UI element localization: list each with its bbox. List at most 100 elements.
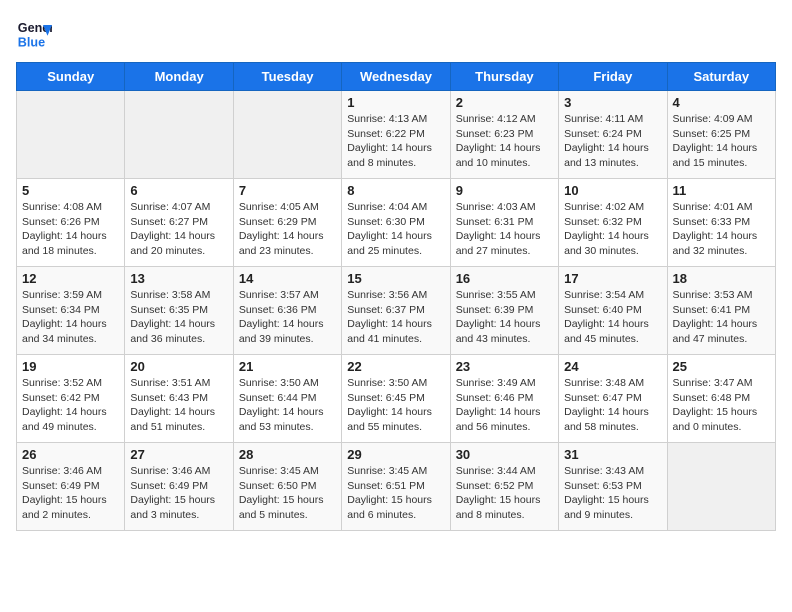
calendar-cell [667,443,775,531]
calendar-cell: 19 Sunrise: 3:52 AMSunset: 6:42 PMDaylig… [17,355,125,443]
calendar-cell: 23 Sunrise: 3:49 AMSunset: 6:46 PMDaylig… [450,355,558,443]
day-number: 18 [673,271,770,286]
day-number: 21 [239,359,336,374]
page-header: General Blue [16,16,776,52]
calendar-cell: 20 Sunrise: 3:51 AMSunset: 6:43 PMDaylig… [125,355,233,443]
day-number: 22 [347,359,444,374]
day-header-sunday: Sunday [17,63,125,91]
cell-text: Sunrise: 3:58 AMSunset: 6:35 PMDaylight:… [130,288,227,347]
calendar-cell: 30 Sunrise: 3:44 AMSunset: 6:52 PMDaylig… [450,443,558,531]
calendar-cell: 7 Sunrise: 4:05 AMSunset: 6:29 PMDayligh… [233,179,341,267]
cell-text: Sunrise: 3:59 AMSunset: 6:34 PMDaylight:… [22,288,119,347]
cell-text: Sunrise: 4:05 AMSunset: 6:29 PMDaylight:… [239,200,336,259]
day-header-saturday: Saturday [667,63,775,91]
day-number: 4 [673,95,770,110]
cell-text: Sunrise: 3:50 AMSunset: 6:44 PMDaylight:… [239,376,336,435]
calendar-cell: 31 Sunrise: 3:43 AMSunset: 6:53 PMDaylig… [559,443,667,531]
cell-text: Sunrise: 3:49 AMSunset: 6:46 PMDaylight:… [456,376,553,435]
calendar-cell: 10 Sunrise: 4:02 AMSunset: 6:32 PMDaylig… [559,179,667,267]
calendar-cell: 26 Sunrise: 3:46 AMSunset: 6:49 PMDaylig… [17,443,125,531]
cell-text: Sunrise: 3:57 AMSunset: 6:36 PMDaylight:… [239,288,336,347]
calendar-cell: 17 Sunrise: 3:54 AMSunset: 6:40 PMDaylig… [559,267,667,355]
calendar-cell: 22 Sunrise: 3:50 AMSunset: 6:45 PMDaylig… [342,355,450,443]
cell-text: Sunrise: 3:47 AMSunset: 6:48 PMDaylight:… [673,376,770,435]
cell-text: Sunrise: 3:48 AMSunset: 6:47 PMDaylight:… [564,376,661,435]
day-number: 17 [564,271,661,286]
calendar-cell [17,91,125,179]
cell-text: Sunrise: 3:44 AMSunset: 6:52 PMDaylight:… [456,464,553,523]
day-number: 2 [456,95,553,110]
day-number: 19 [22,359,119,374]
week-row-5: 26 Sunrise: 3:46 AMSunset: 6:49 PMDaylig… [17,443,776,531]
day-header-tuesday: Tuesday [233,63,341,91]
logo-icon: General Blue [16,16,52,52]
cell-text: Sunrise: 3:46 AMSunset: 6:49 PMDaylight:… [22,464,119,523]
cell-text: Sunrise: 3:46 AMSunset: 6:49 PMDaylight:… [130,464,227,523]
cell-text: Sunrise: 4:07 AMSunset: 6:27 PMDaylight:… [130,200,227,259]
calendar-cell: 1 Sunrise: 4:13 AMSunset: 6:22 PMDayligh… [342,91,450,179]
calendar-cell: 8 Sunrise: 4:04 AMSunset: 6:30 PMDayligh… [342,179,450,267]
week-row-3: 12 Sunrise: 3:59 AMSunset: 6:34 PMDaylig… [17,267,776,355]
day-header-monday: Monday [125,63,233,91]
calendar-cell: 29 Sunrise: 3:45 AMSunset: 6:51 PMDaylig… [342,443,450,531]
day-number: 20 [130,359,227,374]
day-number: 13 [130,271,227,286]
week-row-1: 1 Sunrise: 4:13 AMSunset: 6:22 PMDayligh… [17,91,776,179]
cell-text: Sunrise: 4:02 AMSunset: 6:32 PMDaylight:… [564,200,661,259]
cell-text: Sunrise: 3:55 AMSunset: 6:39 PMDaylight:… [456,288,553,347]
day-number: 12 [22,271,119,286]
logo: General Blue [16,16,56,52]
svg-text:Blue: Blue [18,36,45,50]
day-number: 1 [347,95,444,110]
calendar-cell: 5 Sunrise: 4:08 AMSunset: 6:26 PMDayligh… [17,179,125,267]
day-number: 24 [564,359,661,374]
day-number: 5 [22,183,119,198]
cell-text: Sunrise: 3:56 AMSunset: 6:37 PMDaylight:… [347,288,444,347]
day-header-wednesday: Wednesday [342,63,450,91]
cell-text: Sunrise: 3:43 AMSunset: 6:53 PMDaylight:… [564,464,661,523]
day-number: 27 [130,447,227,462]
cell-text: Sunrise: 4:08 AMSunset: 6:26 PMDaylight:… [22,200,119,259]
day-number: 28 [239,447,336,462]
calendar-cell: 24 Sunrise: 3:48 AMSunset: 6:47 PMDaylig… [559,355,667,443]
cell-text: Sunrise: 3:51 AMSunset: 6:43 PMDaylight:… [130,376,227,435]
calendar-cell: 3 Sunrise: 4:11 AMSunset: 6:24 PMDayligh… [559,91,667,179]
calendar-cell: 13 Sunrise: 3:58 AMSunset: 6:35 PMDaylig… [125,267,233,355]
day-number: 14 [239,271,336,286]
calendar-cell: 16 Sunrise: 3:55 AMSunset: 6:39 PMDaylig… [450,267,558,355]
day-number: 16 [456,271,553,286]
calendar-cell: 21 Sunrise: 3:50 AMSunset: 6:44 PMDaylig… [233,355,341,443]
day-number: 29 [347,447,444,462]
calendar-cell: 11 Sunrise: 4:01 AMSunset: 6:33 PMDaylig… [667,179,775,267]
day-number: 6 [130,183,227,198]
day-number: 26 [22,447,119,462]
calendar-cell: 9 Sunrise: 4:03 AMSunset: 6:31 PMDayligh… [450,179,558,267]
day-number: 31 [564,447,661,462]
cell-text: Sunrise: 4:11 AMSunset: 6:24 PMDaylight:… [564,112,661,171]
day-number: 7 [239,183,336,198]
cell-text: Sunrise: 3:50 AMSunset: 6:45 PMDaylight:… [347,376,444,435]
day-header-friday: Friday [559,63,667,91]
day-header-thursday: Thursday [450,63,558,91]
calendar-table: SundayMondayTuesdayWednesdayThursdayFrid… [16,62,776,531]
day-number: 15 [347,271,444,286]
day-number: 8 [347,183,444,198]
cell-text: Sunrise: 4:13 AMSunset: 6:22 PMDaylight:… [347,112,444,171]
cell-text: Sunrise: 3:45 AMSunset: 6:51 PMDaylight:… [347,464,444,523]
calendar-cell: 25 Sunrise: 3:47 AMSunset: 6:48 PMDaylig… [667,355,775,443]
calendar-cell: 28 Sunrise: 3:45 AMSunset: 6:50 PMDaylig… [233,443,341,531]
day-number: 10 [564,183,661,198]
cell-text: Sunrise: 4:04 AMSunset: 6:30 PMDaylight:… [347,200,444,259]
day-number: 23 [456,359,553,374]
day-header-row: SundayMondayTuesdayWednesdayThursdayFrid… [17,63,776,91]
day-number: 25 [673,359,770,374]
calendar-cell: 2 Sunrise: 4:12 AMSunset: 6:23 PMDayligh… [450,91,558,179]
day-number: 3 [564,95,661,110]
calendar-cell [125,91,233,179]
calendar-cell: 18 Sunrise: 3:53 AMSunset: 6:41 PMDaylig… [667,267,775,355]
calendar-cell: 4 Sunrise: 4:09 AMSunset: 6:25 PMDayligh… [667,91,775,179]
cell-text: Sunrise: 4:09 AMSunset: 6:25 PMDaylight:… [673,112,770,171]
calendar-cell: 12 Sunrise: 3:59 AMSunset: 6:34 PMDaylig… [17,267,125,355]
cell-text: Sunrise: 3:54 AMSunset: 6:40 PMDaylight:… [564,288,661,347]
week-row-2: 5 Sunrise: 4:08 AMSunset: 6:26 PMDayligh… [17,179,776,267]
